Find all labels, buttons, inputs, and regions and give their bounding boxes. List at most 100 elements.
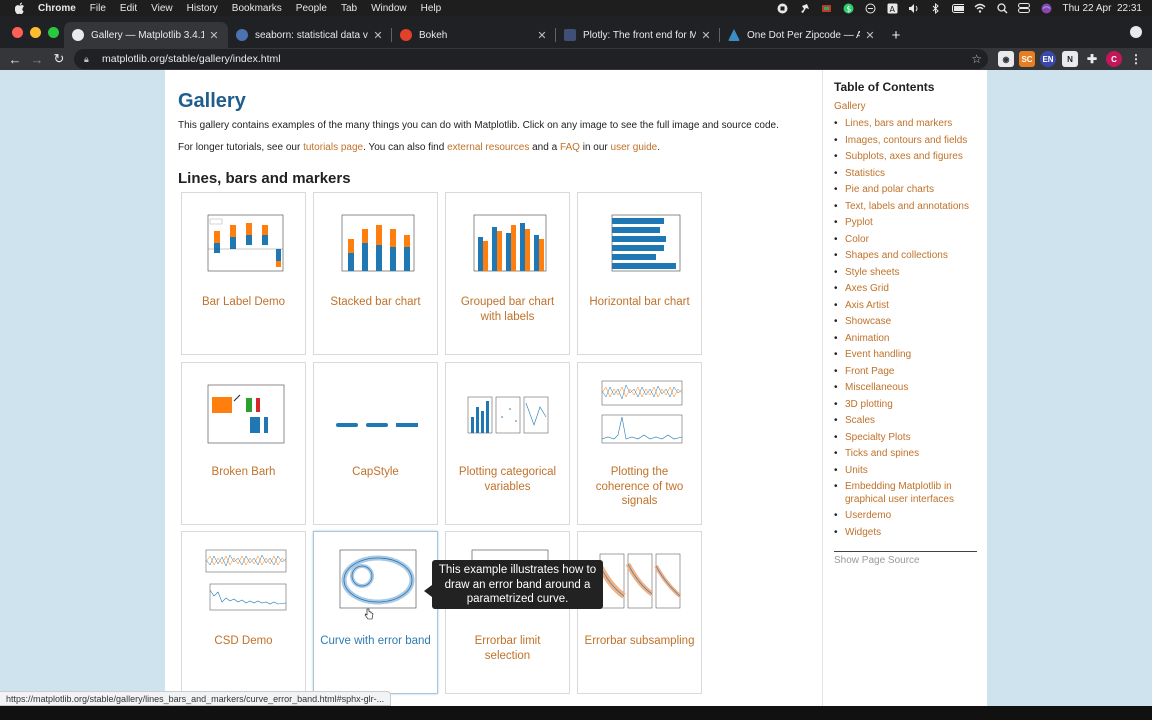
toc-item[interactable]: Event handling <box>834 349 982 362</box>
menu-bookmarks[interactable]: Bookmarks <box>232 3 282 14</box>
extensions-puzzle-icon[interactable]: ✚ <box>1084 51 1100 67</box>
toc-item[interactable]: Miscellaneous <box>834 382 982 395</box>
toc-item[interactable]: Axes Grid <box>834 283 982 296</box>
external-resources-link[interactable]: external resources <box>447 142 529 153</box>
address-bar[interactable]: 🔒︎ matplotlib.org/stable/gallery/index.h… <box>74 49 988 69</box>
show-page-source-link[interactable]: Show Page Source <box>834 555 920 566</box>
card-title[interactable]: Errorbar limit selection <box>452 634 563 663</box>
tab-search-icon[interactable] <box>1130 26 1142 38</box>
toc-item[interactable]: Images, contours and fields <box>834 135 982 148</box>
toc-item[interactable]: Pie and polar charts <box>834 184 982 197</box>
toc-item[interactable]: Showcase <box>834 316 982 329</box>
apple-icon[interactable] <box>14 2 26 14</box>
gallery-card-errorbar-subsampling[interactable]: Errorbar subsampling <box>577 531 702 694</box>
card-title[interactable]: CapStyle <box>320 465 431 480</box>
browser-tab-altair[interactable]: One Dot Per Zipcode — Altair 4 ✕ <box>720 22 884 48</box>
gallery-card-horizontal-bar-chart[interactable]: Horizontal bar chart <box>577 192 702 355</box>
card-title[interactable]: Grouped bar chart with labels <box>452 295 563 324</box>
close-tab-icon[interactable]: ✕ <box>700 29 712 42</box>
profile-avatar[interactable]: C <box>1106 51 1122 67</box>
card-title[interactable]: Plotting categorical variables <box>452 465 563 494</box>
wifi-icon[interactable] <box>974 2 986 14</box>
toc-item[interactable]: Text, labels and annotations <box>834 201 982 214</box>
menu-people[interactable]: People <box>296 3 327 14</box>
text-input-icon[interactable]: A <box>886 2 898 14</box>
do-not-disturb-icon[interactable] <box>864 2 876 14</box>
record-icon[interactable] <box>776 2 788 14</box>
menu-history[interactable]: History <box>187 3 218 14</box>
menu-window[interactable]: Window <box>371 3 407 14</box>
menu-view[interactable]: View <box>151 3 173 14</box>
app-status-icon[interactable] <box>820 2 832 14</box>
toc-item[interactable]: Units <box>834 465 982 478</box>
toc-item[interactable]: Animation <box>834 333 982 346</box>
card-title[interactable]: Stacked bar chart <box>320 295 431 310</box>
volume-icon[interactable] <box>908 2 920 14</box>
card-title[interactable]: Plotting the coherence of two signals <box>584 465 695 509</box>
tutorials-link[interactable]: tutorials page <box>303 142 363 153</box>
menu-tab[interactable]: Tab <box>341 3 357 14</box>
toc-item[interactable]: Style sheets <box>834 267 982 280</box>
toc-gallery-link[interactable]: Gallery <box>834 101 866 112</box>
bluetooth-icon[interactable] <box>930 2 942 14</box>
toc-item[interactable]: Ticks and spines <box>834 448 982 461</box>
gallery-card-stacked-bar-chart[interactable]: Stacked bar chart <box>313 192 438 355</box>
card-title[interactable]: Horizontal bar chart <box>584 295 695 310</box>
gallery-card-grouped-bar-chart[interactable]: Grouped bar chart with labels <box>445 192 570 355</box>
toc-item[interactable]: Front Page <box>834 366 982 379</box>
browser-tab-seaborn[interactable]: seaborn: statistical data visualization … <box>228 22 392 48</box>
gallery-card-capstyle[interactable]: CapStyle <box>313 362 438 525</box>
address-url[interactable]: matplotlib.org/stable/gallery/index.html <box>102 53 281 65</box>
close-tab-icon[interactable]: ✕ <box>864 29 876 42</box>
pin-icon[interactable] <box>798 2 810 14</box>
toc-item[interactable]: Axis Artist <box>834 300 982 313</box>
toc-item[interactable]: Color <box>834 234 982 247</box>
extension-sc-icon[interactable]: SC <box>1019 51 1035 67</box>
toc-item[interactable]: Specialty Plots <box>834 432 982 445</box>
forward-arrow-icon[interactable]: → <box>26 48 48 70</box>
card-title[interactable]: Broken Barh <box>188 465 299 480</box>
menubar-clock[interactable]: Thu 22 Apr 22:31 <box>1062 3 1142 14</box>
faq-link[interactable]: FAQ <box>560 142 580 153</box>
menu-edit[interactable]: Edit <box>120 3 137 14</box>
menu-help[interactable]: Help <box>421 3 442 14</box>
spotlight-search-icon[interactable] <box>996 2 1008 14</box>
gallery-card-coherence[interactable]: Plotting the coherence of two signals <box>577 362 702 525</box>
toc-item[interactable]: 3D plotting <box>834 399 982 412</box>
extension-en-icon[interactable]: EN <box>1040 51 1056 67</box>
toc-item[interactable]: Widgets <box>834 527 982 540</box>
gallery-card-curve-error-band[interactable]: Curve with error band <box>313 531 438 694</box>
gallery-card-broken-barh[interactable]: Broken Barh <box>181 362 306 525</box>
siri-icon[interactable] <box>1040 2 1052 14</box>
gallery-card-errorbar-limit[interactable]: Errorbar limit selection <box>445 531 570 694</box>
reload-icon[interactable]: ↻ <box>48 48 70 70</box>
toc-item[interactable]: Lines, bars and markers <box>834 118 982 131</box>
zoom-window-button[interactable] <box>48 27 59 38</box>
extension-notion-icon[interactable]: N <box>1062 51 1078 67</box>
more-menu-icon[interactable]: ⋮ <box>1128 51 1144 67</box>
close-tab-icon[interactable]: ✕ <box>208 29 220 42</box>
extension-screenshot-icon[interactable]: ◉ <box>998 51 1014 67</box>
card-title[interactable]: CSD Demo <box>188 634 299 649</box>
gallery-card-csd-demo[interactable]: CSD Demo <box>181 531 306 694</box>
card-title[interactable]: Curve with error band <box>320 634 431 649</box>
browser-tab-plotly[interactable]: Plotly: The front end for ML and data sc… <box>556 22 720 48</box>
toc-item[interactable]: Embedding Matplotlib in graphical user i… <box>834 481 982 506</box>
close-window-button[interactable] <box>12 27 23 38</box>
bookmark-star-icon[interactable]: ☆ <box>971 52 982 66</box>
menu-app-name[interactable]: Chrome <box>38 3 76 14</box>
gallery-card-bar-label-demo[interactable]: Bar Label Demo <box>181 192 306 355</box>
toc-item[interactable]: Subplots, axes and figures <box>834 151 982 164</box>
lock-icon[interactable]: 🔒︎ <box>84 54 94 65</box>
battery-icon[interactable] <box>952 2 965 14</box>
toc-item[interactable]: Shapes and collections <box>834 250 982 263</box>
user-guide-link[interactable]: user guide <box>611 142 658 153</box>
card-title[interactable]: Errorbar subsampling <box>584 634 695 649</box>
back-arrow-icon[interactable]: ← <box>4 48 26 70</box>
card-title[interactable]: Bar Label Demo <box>188 295 299 310</box>
browser-tab-bokeh[interactable]: Bokeh ✕ <box>392 22 556 48</box>
money-icon[interactable]: $ <box>842 2 854 14</box>
menu-file[interactable]: File <box>90 3 106 14</box>
control-center-icon[interactable] <box>1018 2 1031 14</box>
close-tab-icon[interactable]: ✕ <box>372 29 384 42</box>
